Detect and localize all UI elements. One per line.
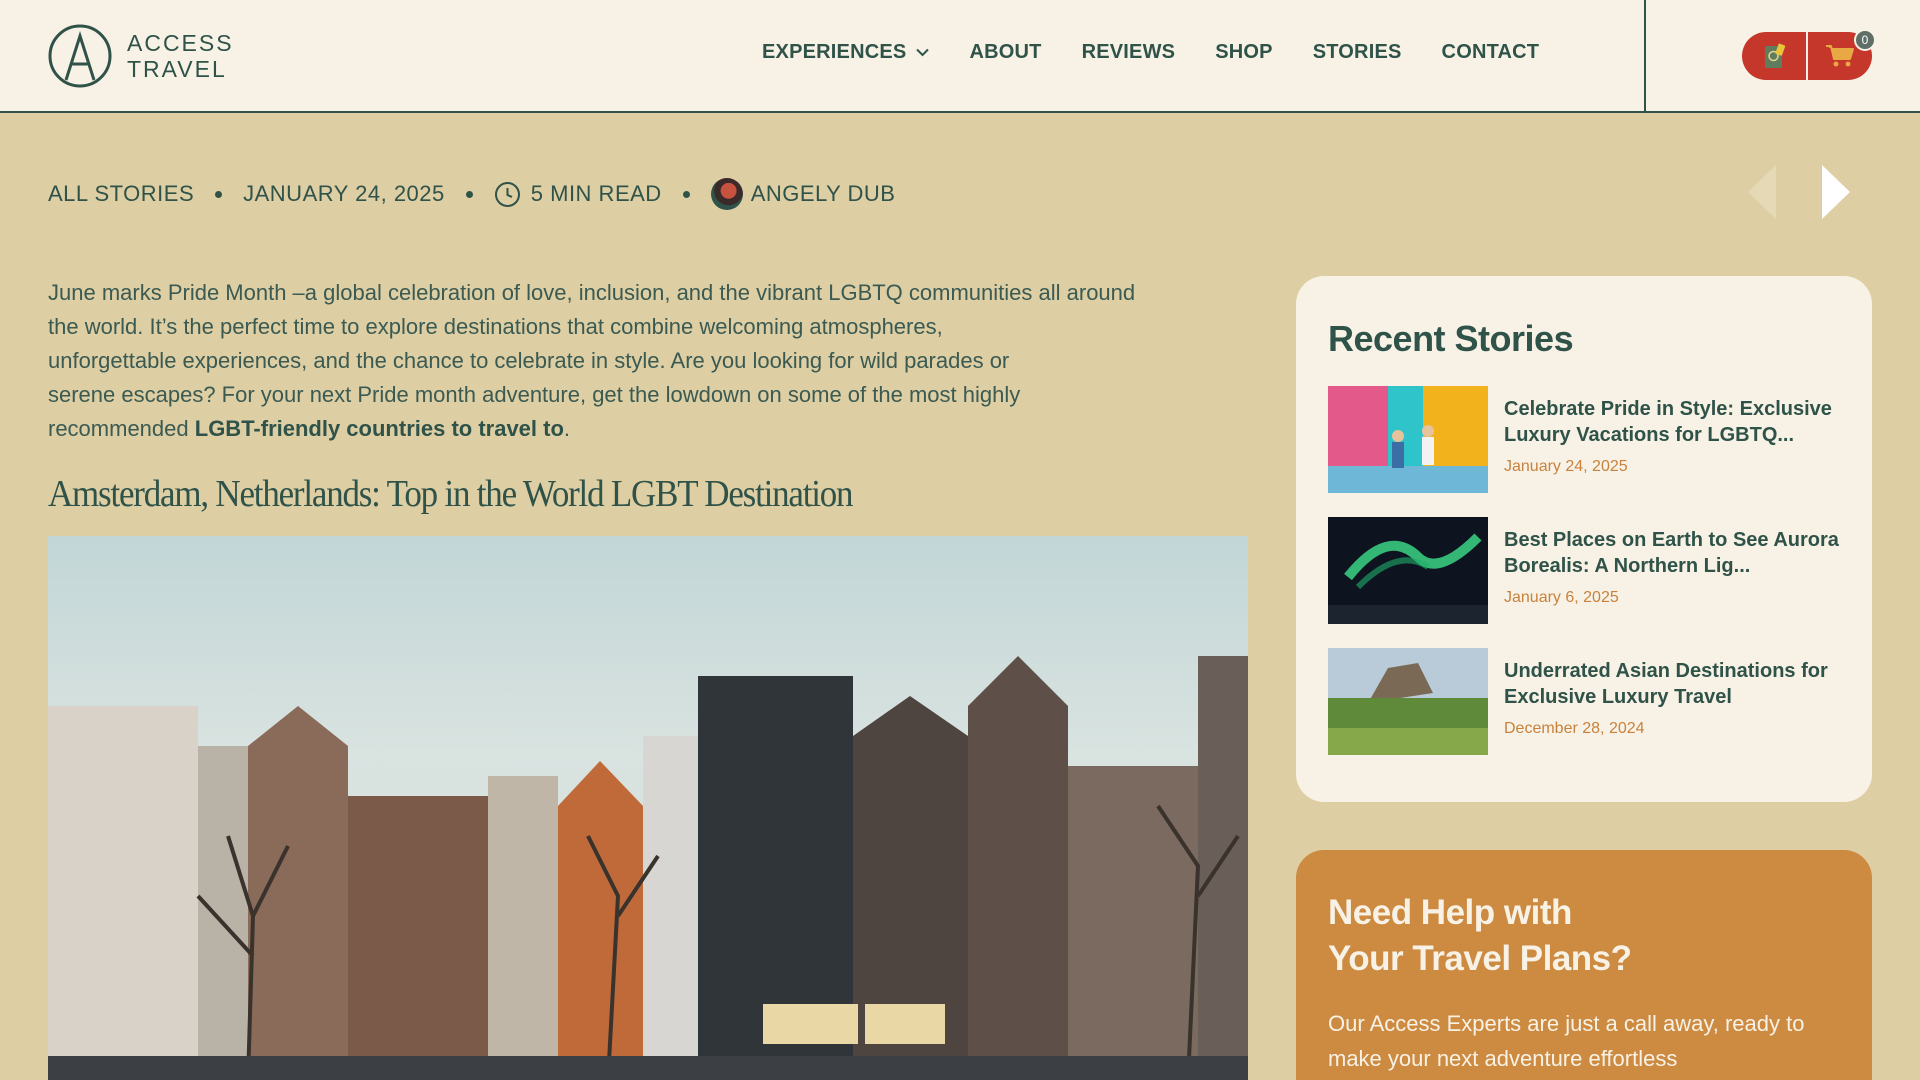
- author-name[interactable]: ANGELY DUB: [751, 181, 896, 207]
- site-header: ACCESS TRAVEL EXPERIENCES ABOUT REVIEWS …: [0, 0, 1920, 113]
- recent-story-item[interactable]: Underrated Asian Destinations for Exclus…: [1328, 648, 1848, 756]
- nav-about[interactable]: ABOUT: [969, 41, 1041, 64]
- section-heading: Amsterdam, Netherlands: Top in the World…: [48, 473, 854, 515]
- nav-experiences[interactable]: EXPERIENCES: [762, 41, 930, 64]
- publish-date: JANUARY 24, 2025: [243, 181, 445, 206]
- recent-stories-card: Recent Stories Celebrate Pride in Style:…: [1296, 276, 1872, 802]
- story-date: January 6, 2025: [1504, 589, 1619, 606]
- story-thumbnail: [1328, 648, 1488, 755]
- story-title[interactable]: Celebrate Pride in Style: Exclusive Luxu…: [1504, 396, 1849, 448]
- intro-line: the world. It’s the perfect time to expl…: [48, 314, 943, 339]
- author-avatar: [710, 178, 743, 210]
- article-intro: June marks Pride Month –a global celebra…: [48, 276, 1228, 446]
- story-thumbnail: [1328, 517, 1488, 624]
- story-title[interactable]: Best Places on Earth to See Aurora Borea…: [1504, 527, 1849, 579]
- main-nav: EXPERIENCES ABOUT REVIEWS SHOP STORIES C…: [762, 41, 1579, 64]
- help-text: Our Access Experts are just a call away,…: [1328, 1011, 1805, 1071]
- help-title-line-1: Need Help with: [1328, 893, 1572, 932]
- passport-icon: [1765, 43, 1786, 68]
- story-date: January 24, 2025: [1504, 458, 1628, 475]
- nav-experiences-label: EXPERIENCES: [762, 41, 907, 63]
- story-title[interactable]: Underrated Asian Destinations for Exclus…: [1504, 658, 1849, 710]
- header-action-pill: 0: [1742, 29, 1876, 80]
- intro-line: serene escapes? For your next Pride mont…: [48, 382, 1021, 407]
- recent-story-item[interactable]: Best Places on Earth to See Aurora Borea…: [1328, 517, 1848, 625]
- recent-stories-title: Recent Stories: [1328, 318, 1574, 359]
- logo-a-icon: [48, 24, 112, 88]
- logo-line-1: ACCESS: [127, 30, 234, 56]
- intro-line: June marks Pride Month –a global celebra…: [48, 280, 1136, 305]
- nav-stories[interactable]: STORIES: [1313, 41, 1402, 64]
- story-date: December 28, 2024: [1504, 720, 1645, 737]
- cart-icon: [1825, 45, 1854, 67]
- chevron-down-icon: [916, 48, 930, 57]
- logo-line-2: TRAVEL: [127, 56, 227, 82]
- help-title: Need Help with Your Travel Plans?: [1328, 890, 1632, 982]
- amsterdam-photo: [48, 536, 1248, 1080]
- nav-shop[interactable]: SHOP: [1215, 41, 1272, 64]
- meta-separator: [682, 190, 690, 198]
- intro-line: recommended LGBT-friendly countries to t…: [48, 412, 1228, 446]
- clock-icon: [494, 181, 520, 207]
- meta-separator: [215, 190, 223, 198]
- recent-story-item[interactable]: Celebrate Pride in Style: Exclusive Luxu…: [1328, 386, 1848, 494]
- meta-separator: [465, 190, 473, 198]
- help-title-line-2: Your Travel Plans?: [1328, 939, 1632, 978]
- read-time: 5 MIN READ: [530, 181, 662, 206]
- previous-arrow-icon[interactable]: [1746, 163, 1778, 221]
- intro-prefix: recommended: [48, 416, 195, 441]
- next-arrow-icon[interactable]: [1820, 163, 1852, 221]
- logo-text: ACCESS TRAVEL: [127, 30, 234, 82]
- logo[interactable]: ACCESS TRAVEL: [48, 24, 234, 88]
- intro-line: unforgettable experiences, and the chanc…: [48, 348, 1010, 373]
- intro-suffix: .: [563, 416, 571, 441]
- lgbt-countries-link[interactable]: LGBT-friendly countries to travel to: [195, 416, 564, 441]
- cart-count-badge: 0: [1854, 29, 1876, 51]
- story-thumbnail: [1328, 386, 1488, 493]
- travel-help-card: Need Help with Your Travel Plans? Our Ac…: [1296, 850, 1872, 1080]
- nav-reviews[interactable]: REVIEWS: [1082, 41, 1176, 64]
- header-divider: [1644, 0, 1646, 113]
- canal-houses-illustration: [48, 656, 1248, 1080]
- category-link[interactable]: ALL STORIES: [48, 181, 194, 207]
- nav-contact[interactable]: CONTACT: [1442, 41, 1540, 64]
- passport-button[interactable]: [1742, 32, 1806, 80]
- article-meta: ALL STORIES JANUARY 24, 2025 5 MIN READ …: [48, 178, 895, 210]
